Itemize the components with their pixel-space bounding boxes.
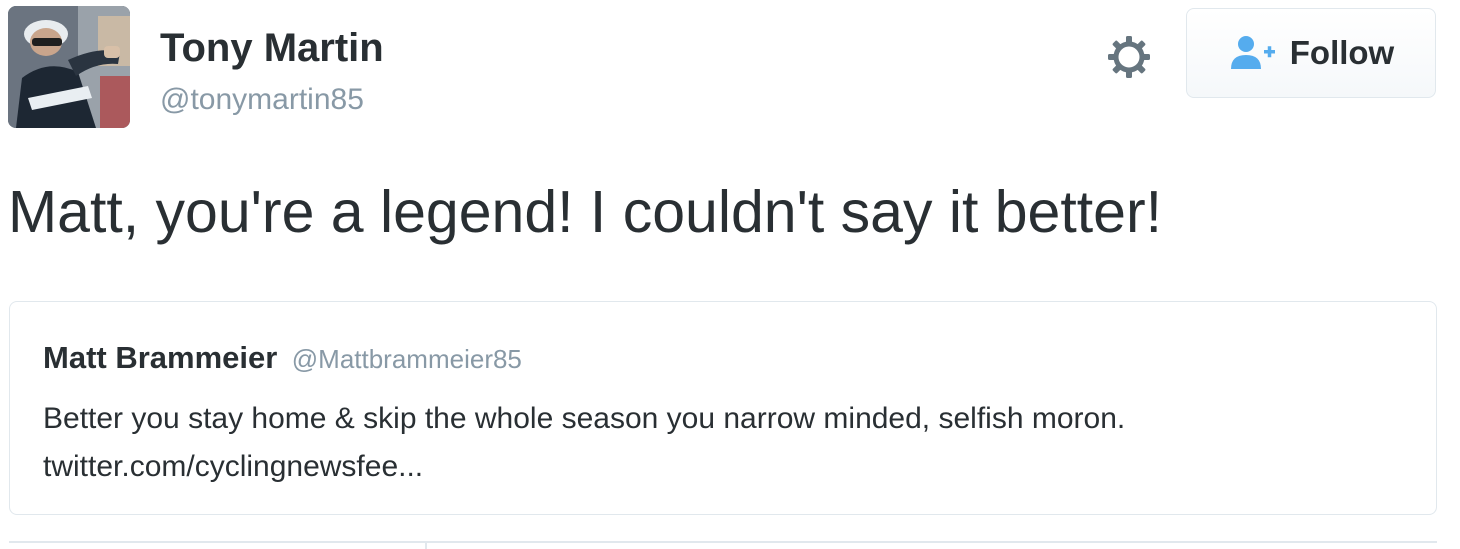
avatar[interactable] <box>8 6 130 128</box>
quoted-author-fullname: Matt Brammeier <box>43 340 278 375</box>
follow-button[interactable]: Follow <box>1186 8 1436 98</box>
quoted-tweet-link[interactable]: twitter.com/cyclingnewsfee... <box>43 443 1413 491</box>
quoted-tweet-header: Matt Brammeier @Mattbrammeier85 <box>43 338 522 384</box>
tweet-divider <box>9 541 1437 543</box>
quoted-tweet-body: Better you stay home & skip the whole se… <box>43 395 1413 491</box>
add-user-icon <box>1230 36 1275 69</box>
tweet-divider-tick <box>425 541 427 549</box>
gear-icon-glyph <box>1108 36 1150 78</box>
tweet-card: Tony Martin @tonymartin85 Follow Matt, y… <box>0 0 1460 549</box>
quoted-tweet[interactable]: Matt Brammeier @Mattbrammeier85 Better y… <box>9 301 1437 515</box>
cyclist-avatar-icon <box>8 6 130 128</box>
gear-icon[interactable] <box>1105 33 1153 81</box>
quoted-tweet-text: Better you stay home & skip the whole se… <box>43 402 1126 435</box>
author-fullname[interactable]: Tony Martin <box>160 24 384 72</box>
author-screen-name[interactable]: @tonymartin85 <box>160 80 364 120</box>
quoted-author-screen-name: @Mattbrammeier85 <box>291 344 522 374</box>
follow-button-label: Follow <box>1289 34 1395 71</box>
tweet-text: Matt, you're a legend! I couldn't say it… <box>8 179 1162 245</box>
